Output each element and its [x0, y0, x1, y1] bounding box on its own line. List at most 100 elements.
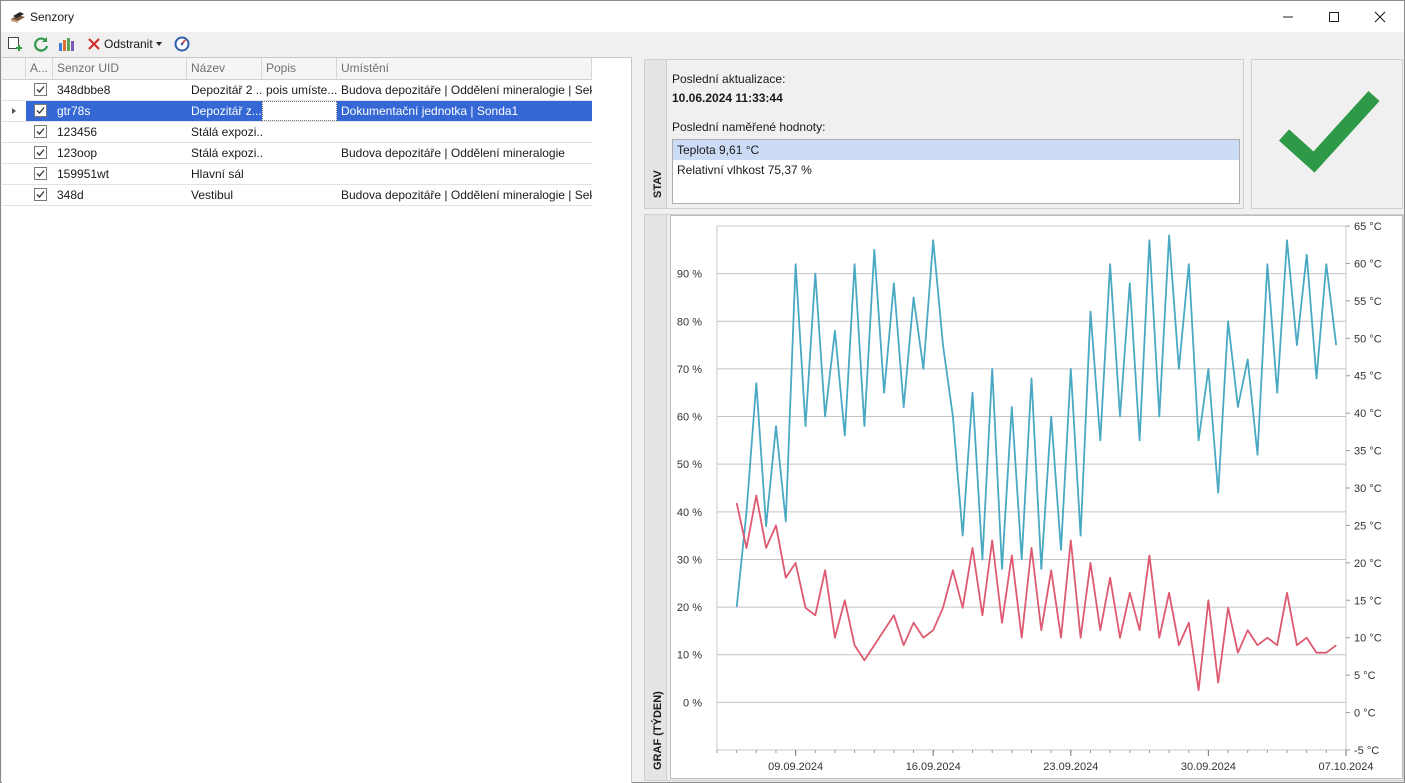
- minimize-button[interactable]: [1265, 1, 1311, 32]
- cell-uid: 159951wt: [57, 167, 110, 181]
- cell-desc: [262, 185, 337, 205]
- plot-frame: [716, 225, 1347, 751]
- add-sensor-button[interactable]: [7, 34, 23, 54]
- temperature-series-line: [735, 494, 1337, 692]
- list-item[interactable]: Teplota 9,61 °C: [673, 140, 1239, 160]
- header-desc[interactable]: Popis: [262, 58, 337, 80]
- table-row[interactable]: 123oop Stálá expozi... Budova depozitáře…: [2, 143, 592, 164]
- gauge-button[interactable]: [174, 34, 190, 54]
- chart-canvas: 0 % 10 % 20 % 30 % 40 % 50 % 60 % 70 % 80 % 90 % -…: [677, 221, 1382, 773]
- line-chart: 0 % 10 % 20 % 30 % 40 % 50 % 60 % 70 % 80 % 90 % -…: [670, 215, 1403, 779]
- active-checkbox[interactable]: [34, 104, 47, 117]
- y-right-tick-label: 35 °C: [1354, 446, 1382, 458]
- senzory-window: Senzory Odstranit A... Senzor UID Název …: [0, 0, 1405, 783]
- y-left-tick-label: 20 %: [677, 602, 702, 614]
- y-left-tick-label: 40 %: [677, 507, 702, 519]
- row-indicator: [2, 101, 26, 121]
- table-row-selected[interactable]: gtr78s Depozitář z... Dokumentační jedno…: [2, 101, 592, 122]
- current-row-arrow-icon: [12, 108, 16, 114]
- x-tick-label: 07.10.2024: [1318, 761, 1373, 773]
- cell-location: Budova depozitáře | Oddělení mineralogie…: [341, 188, 592, 202]
- cell-name: Hlavní sál: [191, 167, 244, 181]
- y-right-tick-label: 45 °C: [1354, 371, 1382, 383]
- gauge-icon: [174, 36, 190, 52]
- header-active[interactable]: A...: [26, 58, 53, 80]
- status-section-tab: STAV: [645, 60, 667, 208]
- close-button[interactable]: [1357, 1, 1403, 32]
- row-indicator: [2, 80, 26, 100]
- grid-header: A... Senzor UID Název Popis Umístění: [2, 58, 592, 80]
- row-indicator: [2, 185, 26, 205]
- minimize-icon: [1283, 16, 1293, 17]
- cell-uid: 348d: [57, 188, 84, 202]
- status-panel: STAV Poslední aktualizace: 10.06.2024 11…: [644, 59, 1244, 209]
- bar-chart-icon: [59, 38, 74, 51]
- last-update-label: Poslední aktualizace:: [672, 72, 786, 86]
- maximize-icon: [1329, 11, 1339, 22]
- active-checkbox[interactable]: [34, 125, 47, 138]
- delete-dropdown-button[interactable]: Odstranit: [87, 34, 163, 54]
- cell-name: Vestibul: [191, 188, 234, 202]
- x-tick-label: 30.09.2024: [1181, 761, 1236, 773]
- y-right-tick-label: 50 °C: [1354, 333, 1382, 345]
- delete-icon: [88, 38, 100, 50]
- active-checkbox[interactable]: [34, 83, 47, 96]
- refresh-button[interactable]: [32, 34, 50, 54]
- new-item-icon: [8, 37, 22, 51]
- y-right-tick-label: 20 °C: [1354, 558, 1382, 570]
- table-row[interactable]: 159951wt Hlavní sál: [2, 164, 592, 185]
- y-right-tick-label: 5 °C: [1354, 670, 1376, 682]
- row-indicator: [2, 122, 26, 142]
- y-right-tick-label: 40 °C: [1354, 408, 1382, 420]
- last-values-label: Poslední naměřené hodnoty:: [672, 120, 826, 134]
- table-row[interactable]: 123456 Stálá expozi...: [2, 122, 592, 143]
- app-icon: [10, 10, 26, 24]
- cell-desc: [262, 122, 337, 142]
- y-left-tick-label: 60 %: [677, 412, 702, 424]
- cell-name: Stálá expozi...: [191, 125, 262, 139]
- cell-desc-focused[interactable]: [262, 101, 337, 121]
- header-location[interactable]: Umístění: [337, 58, 592, 80]
- y-right-tick-label: 55 °C: [1354, 296, 1382, 308]
- active-checkbox[interactable]: [34, 188, 47, 201]
- delete-label: Odstranit: [104, 37, 153, 51]
- table-row[interactable]: 348dbbe8 Depozitář 2 ... pois umíste... …: [2, 80, 592, 101]
- window-title: Senzory: [30, 10, 75, 24]
- y-right-tick-label: 60 °C: [1354, 258, 1382, 270]
- close-icon: [1374, 11, 1386, 22]
- dropdown-arrow-icon: [155, 42, 162, 46]
- humidity-series-line: [735, 234, 1338, 608]
- cell-uid: 123oop: [57, 146, 98, 160]
- y-right-tick-label: -5 °C: [1354, 745, 1379, 757]
- y-left-tick-label: 80 %: [677, 316, 702, 328]
- last-update-value: 10.06.2024 11:33:44: [672, 91, 783, 105]
- active-checkbox[interactable]: [34, 167, 47, 180]
- status-ok-panel: [1251, 59, 1403, 209]
- maximize-button[interactable]: [1311, 1, 1357, 32]
- check-mark-icon: [36, 128, 45, 135]
- graph-panel: GRAF (TÝDEN) 0 % 10 % 20 % 30 % 40 % 50 % 60 %…: [644, 214, 1404, 781]
- list-item[interactable]: Relativní vlhkost 75,37 %: [673, 160, 1239, 180]
- y-right-tick-label: 65 °C: [1354, 221, 1382, 233]
- cell-uid: 348dbbe8: [57, 83, 111, 97]
- table-row[interactable]: 348d Vestibul Budova depozitáře | Odděle…: [2, 185, 592, 206]
- cell-location: Budova depozitáře | Oddělení mineralogie…: [341, 83, 592, 97]
- header-uid[interactable]: Senzor UID: [53, 58, 187, 80]
- cell-location: [337, 122, 592, 142]
- y-left-tick-label: 90 %: [677, 269, 702, 281]
- header-name[interactable]: Název: [187, 58, 262, 80]
- last-values-list[interactable]: Teplota 9,61 °C Relativní vlhkost 75,37 …: [672, 139, 1240, 204]
- refresh-icon: [34, 37, 49, 52]
- y-left-tick-label: 70 %: [677, 364, 702, 376]
- cell-uid: gtr78s: [53, 101, 187, 121]
- y-right-tick-label: 0 °C: [1354, 708, 1376, 720]
- cell-location: [337, 164, 592, 184]
- row-indicator: [2, 164, 26, 184]
- check-mark-icon: [36, 107, 45, 114]
- title-bar: Senzory: [1, 1, 1404, 32]
- graph-section-tab: GRAF (TÝDEN): [645, 215, 667, 780]
- active-checkbox[interactable]: [34, 146, 47, 159]
- row-indicator: [2, 143, 26, 163]
- cell-location: Dokumentační jednotka | Sonda1: [337, 101, 592, 121]
- chart-button[interactable]: [58, 34, 76, 54]
